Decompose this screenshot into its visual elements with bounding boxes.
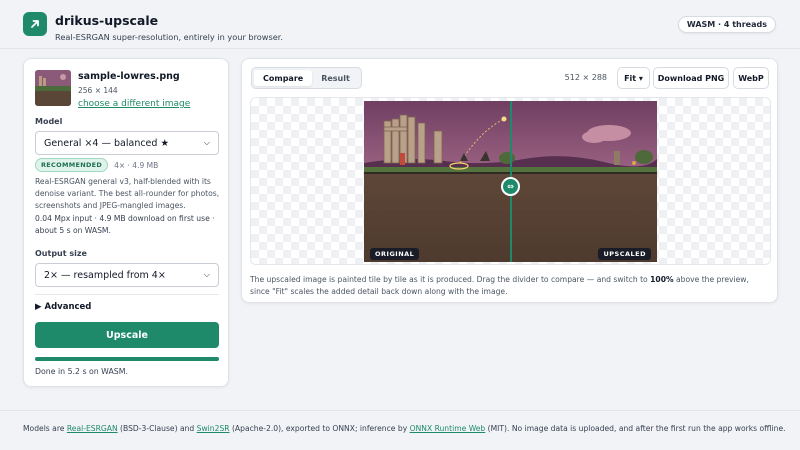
settings-panel: sample-lowres.png 256 × 144 choose a dif… [23,58,229,387]
footer-divider [0,410,800,411]
recommended-badge: RECOMMENDED [35,158,109,172]
header-divider [0,48,800,49]
compare-drag-handle[interactable]: ⇔ [501,177,520,196]
input-file-row: sample-lowres.png 256 × 144 choose a dif… [35,70,190,109]
real-esrgan-link[interactable]: Real-ESRGAN [67,424,118,433]
progress-bar [35,357,219,361]
model-meta: 4× · 4.9 MB [114,160,159,170]
chevron-down-icon: ⌵ [203,270,210,279]
input-thumbnail [35,70,71,106]
choose-image-link[interactable]: choose a different image [78,99,190,109]
output-size-label: Output size [35,249,87,258]
model-stats: 0.04 Mpx input · 4.9 MB download on firs… [35,214,215,235]
view-tabs: Compare Result [251,67,362,89]
input-file-name: sample-lowres.png [78,71,180,82]
preview-panel: Compare Result 512 × 288 Fit ▾ Download … [241,58,778,303]
progress-fill [35,357,219,361]
download-png-button[interactable]: Download PNG [653,67,729,89]
model-label: Model [35,117,63,126]
footer: Models are Real-ESRGAN (BSD-3-Clause) an… [23,424,786,433]
download-webp-button[interactable]: WebP [733,67,769,89]
model-description: Real-ESRGAN general v3, half-blended wit… [35,177,220,210]
preview-note: The upscaled image is painted tile by ti… [250,275,749,296]
upscale-button[interactable]: Upscale [35,322,219,348]
preview-image: ⇔ ORIGINAL UPSCALED [364,101,657,262]
output-size-value: 2× — resampled from 4× [44,269,166,281]
app-subtitle: Real-ESRGAN super-resolution, entirely i… [55,32,284,42]
onnx-runtime-web-link[interactable]: ONNX Runtime Web [410,424,486,433]
arrow-up-right-icon [23,12,47,36]
swin2sr-link[interactable]: Swin2SR [197,424,230,433]
advanced-toggle[interactable]: ▶ Advanced [35,302,91,312]
chevron-down-icon: ⌵ [203,138,210,147]
upscaled-tag: UPSCALED [598,248,651,260]
status-text: Done in 5.2 s on WASM. [35,367,128,376]
output-dimensions: 512 × 288 [564,73,607,82]
compare-preview: ⇔ ORIGINAL UPSCALED [250,97,771,265]
caret-right-icon: ▶ [35,302,42,312]
original-tag: ORIGINAL [370,248,420,260]
runtime-badge: WASM · 4 threads [677,16,776,33]
advanced-label: Advanced [44,302,92,312]
zoom-fit-button[interactable]: Fit ▾ [617,67,650,89]
section-divider [35,294,219,295]
app-title: drikus-upscale [55,13,159,28]
model-select-value: General ×4 — balanced ★ [44,137,169,149]
tab-compare[interactable]: Compare [254,70,313,86]
model-select[interactable]: General ×4 — balanced ★ ⌵ [35,131,219,155]
tab-result[interactable]: Result [312,70,359,86]
app-header: drikus-upscale Real-ESRGAN super-resolut… [23,12,283,42]
model-badge-row: RECOMMENDED 4× · 4.9 MB [35,158,158,172]
input-dimensions: 256 × 144 [78,86,118,95]
output-size-select[interactable]: 2× — resampled from 4× ⌵ [35,263,219,287]
